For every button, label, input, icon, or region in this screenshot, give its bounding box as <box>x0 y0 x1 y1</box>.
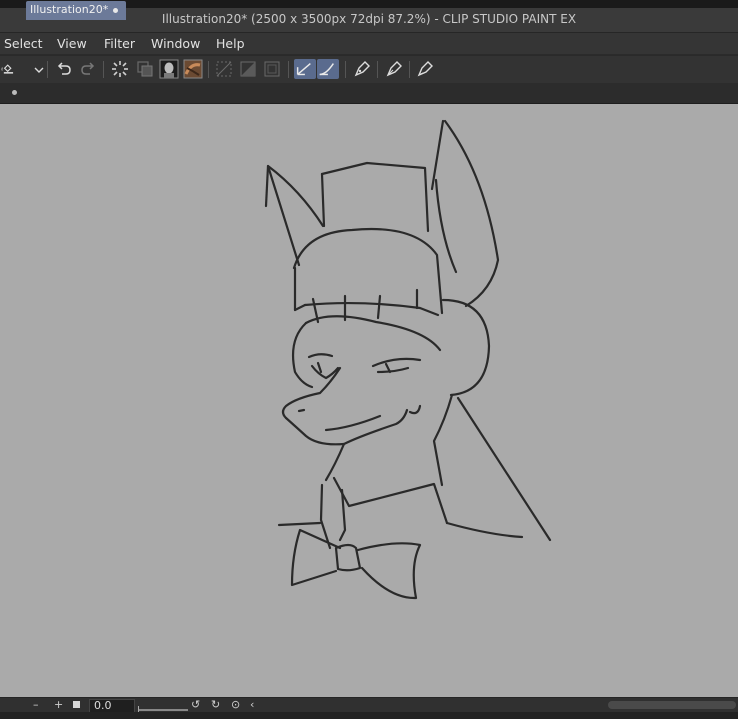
tab-label: Illustration20* <box>30 3 109 16</box>
brush-thumbnail-icon[interactable] <box>183 59 203 79</box>
pen-outline-icon[interactable] <box>384 59 404 79</box>
rotate-left-icon[interactable]: ↺ <box>191 698 200 712</box>
toolbar-separator <box>288 61 289 78</box>
chevron-left-icon[interactable]: ‹ <box>250 698 254 712</box>
pen-tip-icon[interactable] <box>415 59 435 79</box>
zoom-out-button[interactable]: – <box>33 698 39 712</box>
menu-select[interactable]: Select <box>4 36 43 51</box>
menu-window[interactable]: Window <box>151 36 200 51</box>
tab-status-dot <box>12 90 17 95</box>
snap-special-ruler-icon[interactable] <box>317 59 339 79</box>
toolbar-separator <box>345 61 346 78</box>
horizontal-scrollbar[interactable] <box>608 701 736 709</box>
tab-close-dot-icon[interactable] <box>113 8 118 13</box>
redo-icon[interactable] <box>78 59 98 79</box>
document-tab-bar <box>0 83 738 104</box>
bucket-icon[interactable] <box>0 59 26 79</box>
reset-rotation-icon[interactable]: ⊙ <box>231 698 240 712</box>
stop-icon[interactable] <box>73 701 80 708</box>
drawing-canvas[interactable] <box>0 104 738 697</box>
toolbar-separator <box>47 61 48 78</box>
command-bar <box>0 55 738 84</box>
tab-illustration20[interactable]: Illustration20* <box>26 1 126 20</box>
snap-ruler-icon[interactable] <box>294 59 316 79</box>
undo-icon[interactable] <box>54 59 74 79</box>
pen-icon[interactable] <box>352 59 372 79</box>
toolbar-separator <box>409 61 410 78</box>
toolbar-separator <box>103 61 104 78</box>
angle-field[interactable]: 0.0 <box>89 699 135 713</box>
selection-icon[interactable] <box>214 59 234 79</box>
window-bottom-strip <box>0 712 738 719</box>
rotation-slider[interactable] <box>137 700 188 714</box>
toolbar-separator <box>377 61 378 78</box>
clear-icon[interactable] <box>238 59 258 79</box>
toolbar-separator <box>208 61 209 78</box>
zoom-in-button[interactable]: + <box>54 698 63 712</box>
menu-view[interactable]: View <box>57 36 87 51</box>
menu-bar: Select View Filter Window Help <box>0 33 738 54</box>
status-bar: – + 0.0 ↺ ↻ ⊙ ‹ <box>0 697 738 714</box>
sketch-drawing <box>264 119 552 600</box>
angle-value: 0.0 <box>94 699 112 712</box>
fill-icon[interactable] <box>262 59 282 79</box>
menu-help[interactable]: Help <box>216 36 245 51</box>
portrait-thumbnail-icon[interactable] <box>159 59 179 79</box>
layer-icon[interactable] <box>135 59 155 79</box>
dropdown-icon[interactable] <box>29 59 44 79</box>
rotate-right-icon[interactable]: ↻ <box>211 698 220 712</box>
loading-icon[interactable] <box>110 59 130 79</box>
menu-filter[interactable]: Filter <box>104 36 135 51</box>
